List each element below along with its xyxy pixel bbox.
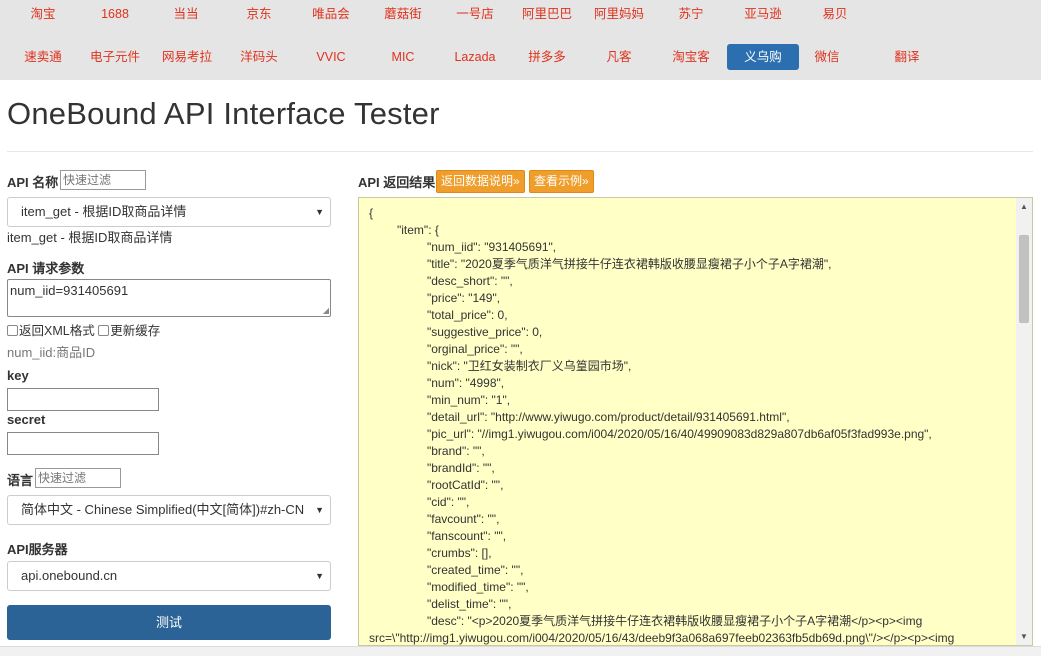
language-label: 语言 xyxy=(7,473,34,488)
options-row: 返回XML格式 更新缓存 xyxy=(7,320,160,339)
json-line: src=\"http://img1.yiwugou.com/i004/2020/… xyxy=(369,631,955,645)
nav-tab[interactable]: 拼多多 xyxy=(519,44,575,70)
scroll-up-icon[interactable]: ▲ xyxy=(1016,198,1032,215)
nav-tab[interactable]: 网易考拉 xyxy=(159,44,215,70)
nav-tab[interactable]: 唯品会 xyxy=(305,1,357,27)
json-line: "nick": "卫红女装制衣厂义乌篁园市场", xyxy=(427,359,632,373)
result-scrollbar[interactable]: ▲ ▼ xyxy=(1016,198,1032,645)
json-line: "item": { xyxy=(397,223,439,237)
refresh-cache-checkbox[interactable] xyxy=(98,325,110,336)
refresh-cache-label: 更新缓存 xyxy=(110,324,161,338)
title-divider xyxy=(7,151,1033,152)
scroll-down-icon[interactable]: ▼ xyxy=(1016,628,1032,645)
json-line: "detail_url": "http://www.yiwugo.com/pro… xyxy=(427,410,790,424)
secret-label: secret xyxy=(7,412,46,427)
nav-tab[interactable]: 易贝 xyxy=(809,1,861,27)
result-label: API 返回结果 xyxy=(358,175,436,190)
json-line: "total_price": 0, xyxy=(427,308,508,322)
test-button[interactable]: 测试 xyxy=(7,605,331,640)
secret-input[interactable] xyxy=(7,432,159,455)
params-value: num_iid=931405691 xyxy=(10,283,129,298)
json-line: "favcount": "", xyxy=(427,512,500,526)
nav-tab[interactable]: VVIC xyxy=(303,44,359,70)
nav-tab[interactable]: MIC xyxy=(375,44,431,70)
nav-tab[interactable]: 苏宁 xyxy=(665,1,717,27)
nav-tab[interactable]: 京东 xyxy=(233,1,285,27)
resize-grip-icon[interactable]: ◢ xyxy=(323,307,329,315)
api-select-value: item_get - 根据ID取商品详情 xyxy=(21,204,187,219)
params-textarea[interactable]: num_iid=931405691 ◢ xyxy=(7,279,331,317)
nav-tab[interactable]: 义乌购 xyxy=(727,44,799,70)
params-label: API 请求参数 xyxy=(7,261,85,276)
api-description: item_get - 根据ID取商品详情 xyxy=(7,230,173,245)
result-json: { "item": { "num_iid": "931405691", "title"… xyxy=(359,198,1016,645)
nav-tab[interactable]: 淘宝 xyxy=(23,1,63,27)
nav-tab[interactable]: 一号店 xyxy=(449,1,501,27)
nav-tab[interactable]: 洋码头 xyxy=(231,44,287,70)
page-title: OneBound API Interface Tester xyxy=(7,96,440,131)
chevron-down-icon: ▼ xyxy=(315,505,324,515)
chevron-down-icon: ▼ xyxy=(315,207,324,217)
view-example-button[interactable]: 查看示例» xyxy=(529,170,594,193)
json-line: "cid": "", xyxy=(427,495,470,509)
api-filter-input[interactable] xyxy=(60,170,146,190)
server-select[interactable]: api.onebound.cn ▼ xyxy=(7,561,331,591)
server-label: API服务器 xyxy=(7,542,68,557)
nav-tab[interactable]: 电子元件 xyxy=(87,44,143,70)
json-line: "brandId": "", xyxy=(427,461,495,475)
api-name-label: API 名称 xyxy=(7,175,59,190)
json-line: "rootCatId": "", xyxy=(427,478,504,492)
key-label: key xyxy=(7,368,29,383)
chevron-down-icon: ▼ xyxy=(315,571,324,581)
json-line: "crumbs": [], xyxy=(427,546,492,560)
language-select-value: 简体中文 - Chinese Simplified(中文[简体])#zh-CN xyxy=(21,502,305,517)
nav-tab[interactable]: 翻译 xyxy=(871,44,943,70)
api-select[interactable]: item_get - 根据ID取商品详情 ▼ xyxy=(7,197,331,227)
data-doc-button[interactable]: 返回数据说明» xyxy=(436,170,525,193)
json-line: "num": "4998", xyxy=(427,376,505,390)
platform-nav: 淘宝 1688 当当 京东 唯品会 蘑菇街 一号店 阿里巴巴 阿里妈妈 苏宁 亚马逊 易贝 速卖通 电子… xyxy=(0,0,1041,80)
json-line: "delist_time": "", xyxy=(427,597,512,611)
language-select[interactable]: 简体中文 - Chinese Simplified(中文[简体])#zh-CN … xyxy=(7,495,331,525)
scroll-thumb[interactable] xyxy=(1019,235,1029,323)
nav-tab[interactable]: Lazada xyxy=(447,44,503,70)
nav-tab[interactable]: 阿里巴巴 xyxy=(521,1,573,27)
json-line: "min_num": "1", xyxy=(427,393,511,407)
language-filter-input[interactable] xyxy=(35,468,121,488)
nav-tab[interactable]: 速卖通 xyxy=(15,44,71,70)
json-line: { xyxy=(369,206,374,220)
nav-tab[interactable]: 凡客 xyxy=(591,44,647,70)
key-input[interactable] xyxy=(7,388,159,411)
json-line: "desc_short": "", xyxy=(427,274,513,288)
json-line: "brand": "", xyxy=(427,444,485,458)
nav-tab[interactable]: 微信 xyxy=(799,44,855,70)
json-line: "desc": "<p>2020夏季气质洋气拼接牛仔连衣裙韩版收腰显瘦裙子小个子… xyxy=(427,614,923,628)
xml-format-label: 返回XML格式 xyxy=(19,324,95,338)
nav-tab[interactable]: 阿里妈妈 xyxy=(593,1,645,27)
server-select-value: api.onebound.cn xyxy=(21,568,118,583)
json-line: "num_iid": "931405691", xyxy=(427,240,557,254)
json-line: "orginal_price": "", xyxy=(427,342,523,356)
nav-tab[interactable]: 亚马逊 xyxy=(737,1,789,27)
json-line: "modified_time": "", xyxy=(427,580,529,594)
nav-tab[interactable]: 淘宝客 xyxy=(663,44,719,70)
nav-tab[interactable]: 当当 xyxy=(162,1,210,27)
param-hint: num_iid:商品ID xyxy=(7,345,96,360)
json-line: "price": "149", xyxy=(427,291,501,305)
json-line: "suggestive_price": 0, xyxy=(427,325,543,339)
xml-format-checkbox[interactable] xyxy=(7,325,18,336)
json-line: "created_time": "", xyxy=(427,563,524,577)
nav-tab[interactable]: 1688 xyxy=(89,1,141,27)
json-line: "pic_url": "//img1.yiwugou.com/i004/2020… xyxy=(427,427,932,441)
result-panel[interactable]: { "item": { "num_iid": "931405691", "title"… xyxy=(358,197,1033,646)
json-line: "fanscount": "", xyxy=(427,529,507,543)
nav-tab[interactable]: 蘑菇街 xyxy=(377,1,429,27)
json-line: "title": "2020夏季气质洋气拼接牛仔连衣裙韩版收腰显瘦裙子小个子A字… xyxy=(427,257,832,271)
